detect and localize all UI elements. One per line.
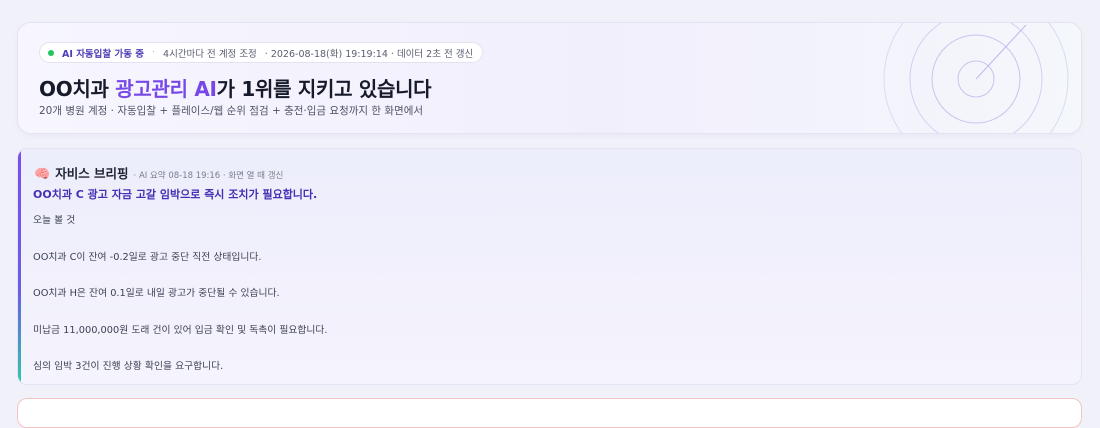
briefing-line: 오늘 볼 것 bbox=[33, 215, 76, 226]
brain-icon: 🧠 bbox=[34, 167, 51, 182]
briefing-headline: OO치과 C 광고 자금 고갈 임박으로 즉시 조치가 필요합니다. bbox=[33, 188, 318, 201]
briefing-line: 심의 임박 3건이 진행 상황 확인을 요구합니다. bbox=[33, 361, 224, 372]
live-status-label: AI 자동입찰 가동 중 bbox=[62, 48, 144, 60]
jarvis-briefing-card: 🧠 자비스 브리핑 · AI 요약 08-18 19:16 · 화면 열 때 갱… bbox=[17, 148, 1082, 385]
briefing-line: OO치과 H은 잔여 0.1일로 내일 광고가 중단될 수 있습니다. bbox=[33, 288, 280, 299]
live-status-dot-icon bbox=[48, 49, 54, 56]
briefing-title: 자비스 브리핑 bbox=[55, 166, 129, 181]
status-timestamp: · 2026-08-18(화) 19:19:14 · 데이터 2초 전 갱신 bbox=[264, 48, 474, 60]
page-subtitle: 20개 병원 계정 · 자동입찰 + 플레이스/웹 순위 점검 + 충전·입금 … bbox=[39, 105, 424, 117]
radar-target-icon bbox=[883, 23, 1069, 133]
title-prefix: OO치과 bbox=[39, 77, 116, 101]
status-pill: AI 자동입찰 가동 중 · 4시간마다 전 계정 조정 · 2026-08-1… bbox=[39, 42, 484, 63]
status-cycle: 4시간마다 전 계정 조정 bbox=[163, 48, 257, 60]
briefing-header: 🧠 자비스 브리핑 · AI 요약 08-18 19:16 · 화면 열 때 갱… bbox=[34, 163, 283, 182]
briefing-line: 미납금 11,000,000원 도래 건이 있어 입금 확인 및 독촉이 필요합… bbox=[33, 325, 328, 336]
briefing-meta: · AI 요약 08-18 19:16 · 화면 열 때 갱신 bbox=[133, 171, 284, 181]
title-suffix: 가 1위를 지키고 있습니다 bbox=[216, 77, 432, 101]
briefing-line: OO치과 C이 잔여 -0.2일로 광고 중단 직전 상태입니다. bbox=[33, 252, 262, 263]
title-accent: 광고관리 AI bbox=[115, 77, 217, 101]
status-separator: · bbox=[152, 47, 156, 58]
alert-card bbox=[17, 398, 1082, 428]
page-title: OO치과 광고관리 AI가 1위를 지키고 있습니다 bbox=[39, 73, 432, 102]
briefing-accent-bar bbox=[18, 149, 21, 384]
hero-card: AI 자동입찰 가동 중 · 4시간마다 전 계정 조정 · 2026-08-1… bbox=[17, 22, 1082, 134]
